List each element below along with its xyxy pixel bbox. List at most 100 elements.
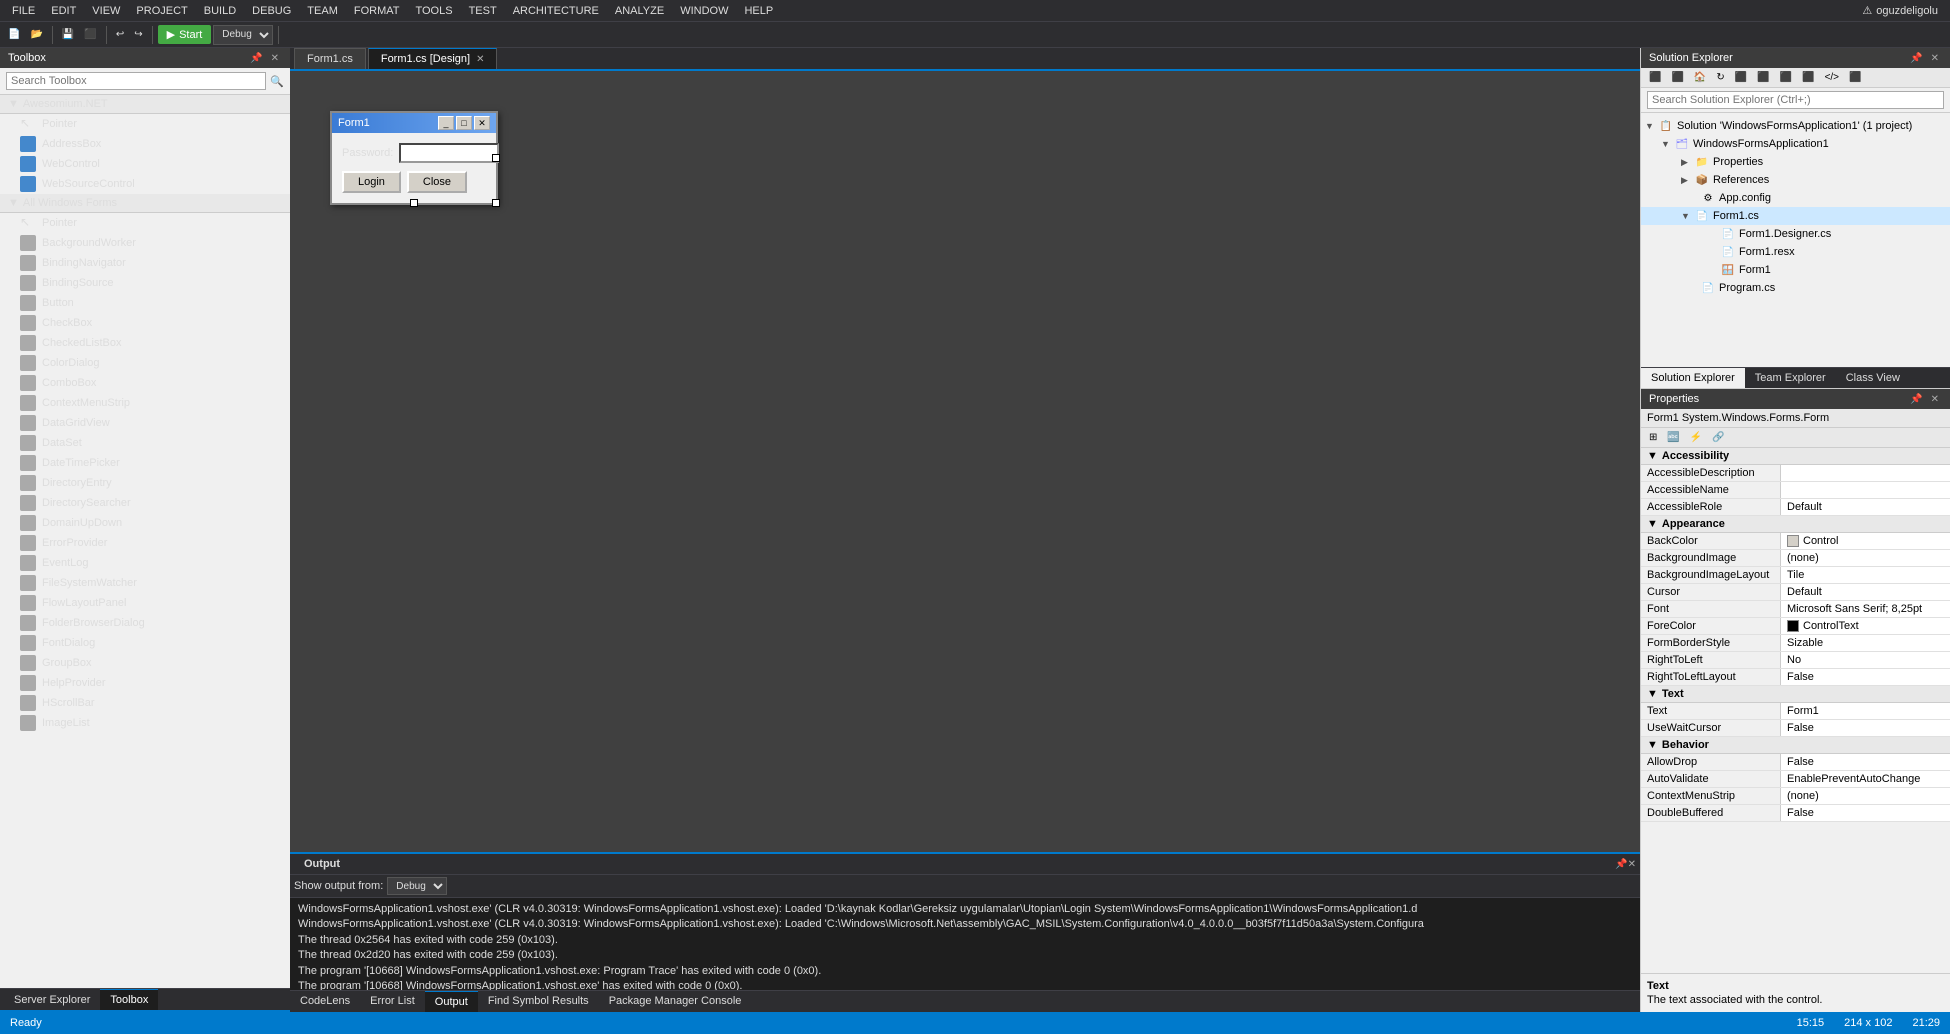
- toolbar-open[interactable]: 📂: [26, 27, 46, 42]
- tree-form1cs[interactable]: ▼ 📄 Form1.cs: [1641, 207, 1950, 225]
- tab-packagemanager[interactable]: Package Manager Console: [599, 991, 752, 1012]
- solution-search-input[interactable]: [1647, 91, 1944, 109]
- menu-item-format[interactable]: FORMAT: [346, 3, 408, 19]
- tab-output[interactable]: Output: [425, 991, 478, 1012]
- prop-val-contextmenustrip[interactable]: (none): [1781, 788, 1950, 804]
- tree-references[interactable]: ▶ 📦 References: [1641, 171, 1950, 189]
- tree-project[interactable]: ▼ 🗂 WindowsFormsApplication1: [1641, 135, 1950, 153]
- toolbox-item-bindingsource[interactable]: BindingSource: [0, 273, 290, 293]
- menu-item-architecture[interactable]: ARCHITECTURE: [505, 3, 607, 19]
- sol-tb-7[interactable]: ⬛: [1776, 70, 1796, 85]
- form-maximize-btn[interactable]: □: [456, 116, 472, 130]
- tree-properties[interactable]: ▶ 📁 Properties: [1641, 153, 1950, 171]
- menu-item-team[interactable]: TEAM: [299, 3, 346, 19]
- menu-item-edit[interactable]: EDIT: [43, 3, 84, 19]
- prop-section-appearance[interactable]: ▼ Appearance: [1641, 516, 1950, 533]
- menu-item-project[interactable]: PROJECT: [128, 3, 195, 19]
- toolbox-item-errorprovider[interactable]: ErrorProvider: [0, 533, 290, 553]
- prop-val-text[interactable]: Form1: [1781, 703, 1950, 719]
- toolbox-item-filesystemwatcher[interactable]: FileSystemWatcher: [0, 573, 290, 593]
- sol-tb-1[interactable]: ⬛: [1645, 70, 1665, 85]
- toolbox-section-winforms[interactable]: ▼ All Windows Forms: [0, 194, 290, 213]
- prop-tb-link[interactable]: 🔗: [1708, 430, 1728, 445]
- toolbox-item-flowlayoutpanel[interactable]: FlowLayoutPanel: [0, 593, 290, 613]
- menu-item-build[interactable]: BUILD: [196, 3, 244, 19]
- tree-form1-node[interactable]: 🪟 Form1: [1641, 261, 1950, 279]
- toolbox-search-input[interactable]: [6, 72, 266, 90]
- prop-val-formborderstyle[interactable]: Sizable: [1781, 635, 1950, 651]
- tree-solution[interactable]: ▼ 📋 Solution 'WindowsFormsApplication1' …: [1641, 117, 1950, 135]
- sol-tb-8[interactable]: ⬛: [1798, 70, 1818, 85]
- prop-section-accessibility[interactable]: ▼ Accessibility: [1641, 448, 1950, 465]
- toolbox-item-pointer2[interactable]: ↖Pointer: [0, 213, 290, 233]
- toolbox-item-combobox[interactable]: ComboBox: [0, 373, 290, 393]
- prop-val-accessiblerole[interactable]: Default: [1781, 499, 1950, 515]
- menu-item-analyze[interactable]: ANALYZE: [607, 3, 672, 19]
- prop-val-usewaitcursor[interactable]: False: [1781, 720, 1950, 736]
- tab-form1cs[interactable]: Form1.cs: [294, 48, 366, 69]
- sol-tb-6[interactable]: ⬛: [1753, 70, 1773, 85]
- prop-close-btn[interactable]: ✕: [1928, 394, 1942, 405]
- prop-val-font[interactable]: Microsoft Sans Serif; 8,25pt: [1781, 601, 1950, 617]
- tab-form1design-close[interactable]: ✕: [476, 54, 484, 65]
- toolbox-item-addressbox[interactable]: AddressBox: [0, 134, 290, 154]
- toolbox-item-helpprovider[interactable]: HelpProvider: [0, 673, 290, 693]
- sol-pin-btn[interactable]: 📌: [1907, 53, 1925, 64]
- prop-val-doublebuffered[interactable]: False: [1781, 805, 1950, 821]
- password-input[interactable]: [399, 143, 499, 163]
- menu-item-tools[interactable]: TOOLS: [407, 3, 460, 19]
- prop-val-bgimagelayout[interactable]: Tile: [1781, 567, 1950, 583]
- tab-class-view[interactable]: Class View: [1836, 368, 1910, 388]
- sol-tb-5[interactable]: ⬛: [1731, 70, 1751, 85]
- tab-form1design[interactable]: Form1.cs [Design] ✕: [368, 48, 498, 69]
- design-canvas[interactable]: Form1 _ □ ✕ Password: Login Close: [290, 71, 1640, 852]
- tab-toolbox[interactable]: Toolbox: [100, 989, 158, 1010]
- toolbox-item-fontdialog[interactable]: FontDialog: [0, 633, 290, 653]
- output-close-btn[interactable]: ✕: [1628, 859, 1636, 870]
- toolbox-item-pointer[interactable]: ↖Pointer: [0, 114, 290, 134]
- output-source-select[interactable]: Debug: [387, 877, 447, 895]
- prop-val-righttoleft[interactable]: No: [1781, 652, 1950, 668]
- toolbox-item-checkbox[interactable]: CheckBox: [0, 313, 290, 333]
- toolbar-redo[interactable]: ↪: [130, 27, 146, 42]
- toolbar-undo[interactable]: ↩: [112, 27, 128, 42]
- menu-item-debug[interactable]: DEBUG: [244, 3, 299, 19]
- prop-val-backcolor[interactable]: Control: [1781, 533, 1950, 549]
- toolbox-item-websourcecontrol[interactable]: WebSourceControl: [0, 174, 290, 194]
- tab-team-explorer[interactable]: Team Explorer: [1745, 368, 1836, 388]
- prop-val-allowdrop[interactable]: False: [1781, 754, 1950, 770]
- toolbox-item-groupbox[interactable]: GroupBox: [0, 653, 290, 673]
- toolbox-item-datagridview[interactable]: DataGridView: [0, 413, 290, 433]
- prop-section-behavior[interactable]: ▼ Behavior: [1641, 737, 1950, 754]
- toolbox-item-directoryentry[interactable]: DirectoryEntry: [0, 473, 290, 493]
- sel-handle-bm[interactable]: [410, 199, 418, 207]
- toolbox-item-imagelist[interactable]: ImageList: [0, 713, 290, 733]
- menu-item-test[interactable]: TEST: [461, 3, 505, 19]
- tab-errorlist[interactable]: Error List: [360, 991, 425, 1012]
- prop-val-autovalidate[interactable]: EnablePreventAutoChange: [1781, 771, 1950, 787]
- toolbar-new[interactable]: 📄: [4, 27, 24, 42]
- toolbox-item-datetimepicker[interactable]: DateTimePicker: [0, 453, 290, 473]
- prop-section-text[interactable]: ▼ Text: [1641, 686, 1950, 703]
- sol-tb-4[interactable]: ↻: [1712, 70, 1728, 85]
- toolbox-item-domainupdown[interactable]: DomainUpDown: [0, 513, 290, 533]
- sol-tb-2[interactable]: ⬛: [1667, 70, 1687, 85]
- toolbox-pin-btn[interactable]: 📌: [247, 53, 265, 64]
- prop-pin-btn[interactable]: 📌: [1907, 394, 1925, 405]
- toolbar-saveall[interactable]: ⬛: [80, 27, 100, 42]
- prop-val-accessibledesc[interactable]: [1781, 465, 1950, 481]
- tab-solution-explorer[interactable]: Solution Explorer: [1641, 368, 1745, 388]
- tab-findsymbol[interactable]: Find Symbol Results: [478, 991, 599, 1012]
- sel-handle-rm[interactable]: [492, 154, 500, 162]
- tree-form1designer[interactable]: 📄 Form1.Designer.cs: [1641, 225, 1950, 243]
- sel-handle-br[interactable]: [492, 199, 500, 207]
- prop-val-forecolor[interactable]: ControlText: [1781, 618, 1950, 634]
- form-close-button[interactable]: Close: [407, 171, 467, 193]
- toolbox-close-btn[interactable]: ✕: [268, 53, 282, 64]
- toolbox-item-hscrollbar[interactable]: HScrollBar: [0, 693, 290, 713]
- login-button[interactable]: Login: [342, 171, 401, 193]
- prop-val-righttoleftlayout[interactable]: False: [1781, 669, 1950, 685]
- form-minimize-btn[interactable]: _: [438, 116, 454, 130]
- debug-mode-select[interactable]: Debug: [213, 25, 273, 45]
- toolbox-section-awesomium[interactable]: ▼ Awesomium.NET: [0, 95, 290, 114]
